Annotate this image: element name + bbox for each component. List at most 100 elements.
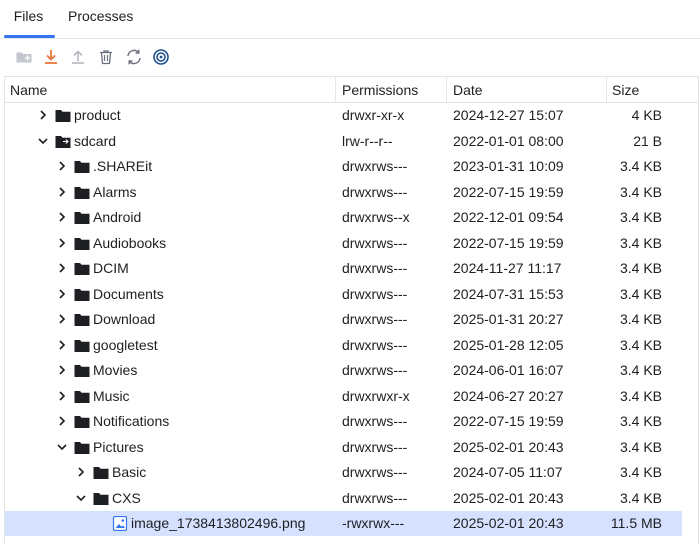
chevron-right-icon[interactable] — [75, 466, 87, 478]
column-header-permissions[interactable]: Permissions — [342, 77, 418, 102]
table-row[interactable]: .SHAREit drwxrws--- 2023-01-31 10:09 3.4 KB — [5, 154, 682, 179]
table-row[interactable]: Basic drwxrws--- 2024-07-05 11:07 3.4 KB — [5, 460, 682, 485]
table-row[interactable]: Alarms drwxrws--- 2022-07-15 19:59 3.4 KB — [5, 180, 682, 205]
chevron-right-icon[interactable] — [56, 288, 68, 300]
chevron-right-icon[interactable] — [56, 415, 68, 427]
vertical-scrollbar[interactable] — [684, 103, 698, 543]
chevron-down-icon[interactable] — [56, 441, 68, 453]
file-date: 2025-01-31 20:27 — [453, 311, 564, 327]
file-size: 21 B — [633, 132, 662, 149]
column-divider[interactable] — [446, 77, 447, 102]
file-size: 3.4 KB — [619, 489, 662, 506]
file-name: Alarms — [93, 183, 137, 200]
file-permissions: drwxrws--- — [342, 158, 408, 174]
file-permissions: drwxrws--- — [342, 285, 408, 302]
table-row[interactable]: CXS drwxrws--- 2025-02-01 20:43 3.4 KB — [5, 486, 682, 511]
table-row[interactable]: Documents drwxrws--- 2024-07-31 15:53 3.4 K… — [5, 282, 682, 307]
table-row[interactable]: googletest drwxrws--- 2025-01-28 12:05 3.4 … — [5, 333, 682, 358]
chevron-right-icon[interactable] — [37, 109, 49, 121]
target-icon[interactable] — [151, 47, 171, 67]
chevron-right-icon[interactable] — [56, 262, 68, 274]
chevron-right-icon[interactable] — [56, 237, 68, 249]
file-name: Android — [93, 209, 142, 225]
folder-icon — [74, 287, 90, 302]
upload-icon[interactable] — [68, 47, 88, 67]
chevron-right-icon[interactable] — [56, 186, 68, 198]
file-name: product — [74, 107, 121, 123]
file-permissions: drwxrws--- — [342, 234, 408, 251]
tab-processes[interactable]: Processes — [68, 0, 133, 38]
file-size: 3.4 KB — [619, 311, 662, 327]
file-table: Name Permissions Date Size product drwxr-… — [4, 76, 699, 544]
toolbar — [0, 39, 700, 75]
file-size: 3.4 KB — [619, 260, 662, 276]
folder-icon — [74, 159, 90, 174]
file-permissions: drwxrws--- — [342, 438, 408, 455]
column-divider[interactable] — [335, 77, 336, 102]
chevron-down-icon[interactable] — [37, 135, 49, 147]
table-row[interactable]: Audiobooks drwxrws--- 2022-07-15 19:59 3.4 … — [5, 231, 682, 256]
table-row[interactable]: Pictures drwxrws--- 2025-02-01 20:43 3.4 KB — [5, 435, 682, 460]
file-name: Notifications — [93, 413, 170, 429]
file-permissions: drwxrws--x — [342, 209, 410, 225]
table-row[interactable]: Notifications drwxrws--- 2022-07-15 19:59 3… — [5, 409, 682, 434]
chevron-right-icon[interactable] — [56, 211, 68, 223]
file-permissions: drwxrwxr-x — [342, 387, 410, 404]
new-folder-icon[interactable] — [14, 47, 34, 67]
column-divider[interactable] — [606, 77, 607, 102]
file-name: Documents — [93, 285, 164, 302]
download-icon[interactable] — [41, 47, 61, 67]
file-date: 2024-12-27 15:07 — [453, 107, 564, 123]
file-size: 3.4 KB — [619, 362, 662, 378]
chevron-right-icon[interactable] — [56, 313, 68, 325]
file-date: 2023-01-31 10:09 — [453, 158, 564, 174]
table-row[interactable]: Music drwxrwxr-x 2024-06-27 20:27 3.4 KB — [5, 384, 682, 409]
table-row[interactable]: image_1738413802496.png -rwxrwx--- 2025-02… — [5, 511, 682, 536]
file-permissions: drwxrws--- — [342, 413, 408, 429]
file-permissions: drwxrws--- — [342, 336, 408, 353]
chevron-right-icon[interactable] — [56, 160, 68, 172]
file-date: 2022-12-01 09:54 — [453, 209, 564, 225]
file-name: .SHAREit — [93, 158, 153, 174]
chevron-right-icon[interactable] — [56, 339, 68, 351]
folder-icon — [74, 236, 90, 251]
file-name: CXS — [112, 489, 141, 506]
chevron-right-icon[interactable] — [56, 364, 68, 376]
folder-link-icon — [55, 134, 71, 149]
folder-icon — [74, 338, 90, 353]
file-date: 2025-02-01 20:43 — [453, 489, 564, 506]
table-row[interactable]: Movies drwxrws--- 2024-06-01 16:07 3.4 KB — [5, 358, 682, 383]
delete-icon[interactable] — [96, 47, 116, 67]
file-date: 2024-06-27 20:27 — [453, 387, 564, 404]
file-size: 3.4 KB — [619, 336, 662, 353]
chevron-right-icon[interactable] — [56, 390, 68, 402]
folder-icon — [55, 108, 71, 123]
table-row[interactable]: product drwxr-xr-x 2024-12-27 15:07 4 KB — [5, 103, 682, 128]
folder-icon — [74, 210, 90, 225]
file-date: 2024-11-27 11:17 — [453, 260, 562, 276]
file-name: Download — [93, 311, 156, 327]
file-date: 2025-02-01 20:43 — [453, 438, 564, 455]
table-row[interactable]: DCIM drwxrws--- 2024-11-27 11:17 3.4 KB — [5, 256, 682, 281]
file-permissions: drwxrws--- — [342, 362, 408, 378]
table-row[interactable]: Download drwxrws--- 2025-01-31 20:27 3.4 KB — [5, 307, 682, 332]
refresh-icon[interactable] — [124, 47, 144, 67]
chevron-down-icon[interactable] — [75, 492, 87, 504]
file-date: 2022-07-15 19:59 — [453, 413, 564, 429]
column-header-name[interactable]: Name — [10, 77, 47, 102]
active-tab-indicator — [4, 35, 55, 38]
file-name: Music — [93, 387, 130, 404]
table-row[interactable]: sdcard lrw-r--r-- 2022-01-01 08:00 21 B — [5, 129, 682, 154]
column-header-date[interactable]: Date — [453, 77, 483, 102]
file-permissions: drwxrws--- — [342, 260, 408, 276]
file-date: 2022-01-01 08:00 — [453, 132, 564, 149]
folder-icon — [93, 465, 109, 480]
file-name: image_1738413802496.png — [131, 515, 306, 531]
file-permissions: lrw-r--r-- — [342, 132, 393, 149]
folder-icon — [74, 312, 90, 327]
tab-files[interactable]: Files — [0, 0, 57, 38]
table-row[interactable]: Android drwxrws--x 2022-12-01 09:54 3.4 KB — [5, 205, 682, 230]
file-name: googletest — [93, 336, 158, 353]
file-size: 3.4 KB — [619, 438, 662, 455]
column-header-size[interactable]: Size — [612, 77, 639, 102]
